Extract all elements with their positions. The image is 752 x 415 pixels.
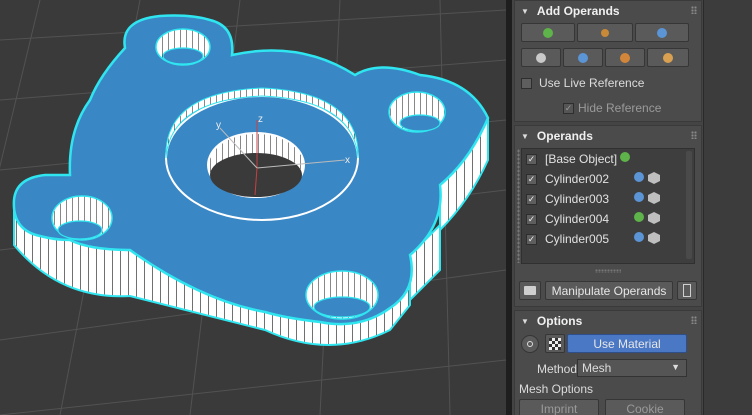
rollout-grip-icon[interactable] [691, 6, 697, 14]
collapse-triangle-icon: ▼ [521, 6, 529, 16]
insert-icon [620, 52, 630, 63]
use-material-button[interactable]: Use Material [567, 334, 687, 353]
axis-y-label: y [216, 120, 221, 131]
operand-name: Cylinder002 [545, 172, 610, 186]
imprint-button[interactable]: Imprint [519, 399, 599, 415]
subtract-icon [634, 172, 644, 182]
collapse-triangle-icon: ▼ [521, 316, 529, 326]
options-title: Options [536, 314, 583, 328]
union-button[interactable] [521, 23, 575, 42]
imprint-label: Imprint [540, 401, 578, 415]
split-icon [663, 52, 673, 63]
checker-icon [549, 337, 561, 350]
cube-icon [648, 172, 660, 184]
operand-checkbox[interactable]: ✓ [526, 233, 537, 245]
union-icon [543, 27, 553, 38]
viewport-canvas[interactable]: y z x [0, 0, 506, 415]
operand-row[interactable]: ✓ Cylinder004 [522, 209, 694, 229]
subtract-icon [634, 232, 644, 242]
operand-checkbox[interactable]: ✓ [526, 213, 537, 225]
union-icon [634, 212, 644, 222]
use-material-label: Use Material [593, 336, 661, 351]
operand-row[interactable]: ✓ Cylinder003 [522, 189, 694, 209]
operand-row[interactable]: ✓ Cylinder002 [522, 169, 694, 189]
operand-name: Cylinder004 [545, 212, 610, 226]
attach-icon [578, 52, 588, 63]
folder-icon [524, 286, 536, 295]
hide-reference-checkbox[interactable]: ✓ [563, 102, 574, 114]
command-panel: ▼ Add Operands Use Live Reference ✓ Hide… [512, 0, 752, 415]
list-scrollbar[interactable] [686, 151, 692, 259]
operand-row[interactable]: ✓ [Base Object] [522, 149, 694, 169]
operand-name: [Base Object] [545, 152, 618, 166]
list-resize-grip[interactable] [595, 269, 621, 273]
axis-x-label: x [345, 155, 350, 166]
collapse-triangle-icon: ▼ [521, 131, 529, 141]
rollout-grip-icon[interactable] [691, 131, 697, 139]
method-label: Method [537, 362, 578, 376]
operands-title: Operands [536, 129, 593, 143]
target-icon [527, 341, 533, 347]
open-folder-button[interactable] [519, 281, 541, 300]
mesh-options-label: Mesh Options [519, 382, 594, 396]
hide-reference-row[interactable]: ✓ Hide Reference [563, 101, 661, 115]
intersect-button[interactable] [577, 23, 633, 42]
operand-checkbox[interactable]: ✓ [526, 193, 537, 205]
merge-icon [536, 52, 546, 63]
material-pick-button[interactable] [521, 335, 539, 353]
cookie-button[interactable]: Cookie [605, 399, 685, 415]
subtract-icon [657, 27, 667, 38]
axis-z-label: z [258, 114, 263, 125]
method-select[interactable]: Mesh ▼ [577, 359, 687, 377]
material-checker-button[interactable] [545, 334, 565, 353]
list-grip [517, 149, 520, 263]
trash-button[interactable] [677, 281, 697, 300]
use-live-reference-label: Use Live Reference [539, 76, 645, 90]
operand-row[interactable]: ✓ Cylinder005 [522, 229, 694, 249]
operand-checkbox[interactable]: ✓ [526, 153, 537, 165]
rollout-grip-icon[interactable] [691, 316, 697, 324]
manipulate-operands-button[interactable]: Manipulate Operands [545, 281, 673, 300]
operand-name: Cylinder005 [545, 232, 610, 246]
split-button[interactable] [647, 48, 689, 67]
use-live-reference-checkbox[interactable] [521, 77, 532, 89]
use-live-reference-row[interactable]: Use Live Reference [521, 76, 644, 90]
intersect-icon [601, 28, 609, 37]
subtract-icon [634, 192, 644, 202]
operands-rollout: ▼ Operands ✓ [Base Object] ✓ Cylinder002… [514, 125, 702, 307]
manipulate-operands-label: Manipulate Operands [551, 283, 667, 298]
operand-checkbox[interactable]: ✓ [526, 173, 537, 185]
trash-icon [683, 284, 691, 297]
operands-header[interactable]: ▼ Operands [515, 126, 701, 146]
add-operands-title: Add Operands [536, 4, 620, 18]
options-rollout: ▼ Options Use Material Method Mesh ▼ Mes… [514, 310, 702, 415]
cube-icon [648, 212, 660, 224]
attach-button[interactable] [563, 48, 603, 67]
method-value: Mesh [582, 361, 612, 375]
insert-button[interactable] [605, 48, 645, 67]
hide-reference-label: Hide Reference [578, 101, 662, 115]
operands-list[interactable]: ✓ [Base Object] ✓ Cylinder002 ✓ Cylinder… [517, 148, 695, 264]
subtract-button[interactable] [635, 23, 689, 42]
cube-icon [648, 232, 660, 244]
add-operands-rollout: ▼ Add Operands Use Live Reference ✓ Hide… [514, 0, 702, 122]
add-operands-header[interactable]: ▼ Add Operands [515, 1, 701, 21]
panel-scroll-strip[interactable] [703, 0, 752, 415]
cube-icon [648, 192, 660, 204]
options-header[interactable]: ▼ Options [515, 311, 701, 331]
operand-name: Cylinder003 [545, 192, 610, 206]
union-icon [620, 152, 630, 162]
chevron-down-icon: ▼ [671, 362, 680, 372]
merge-button[interactable] [521, 48, 561, 67]
viewport-3d[interactable]: y z x [0, 0, 506, 415]
cookie-label: Cookie [626, 401, 664, 415]
